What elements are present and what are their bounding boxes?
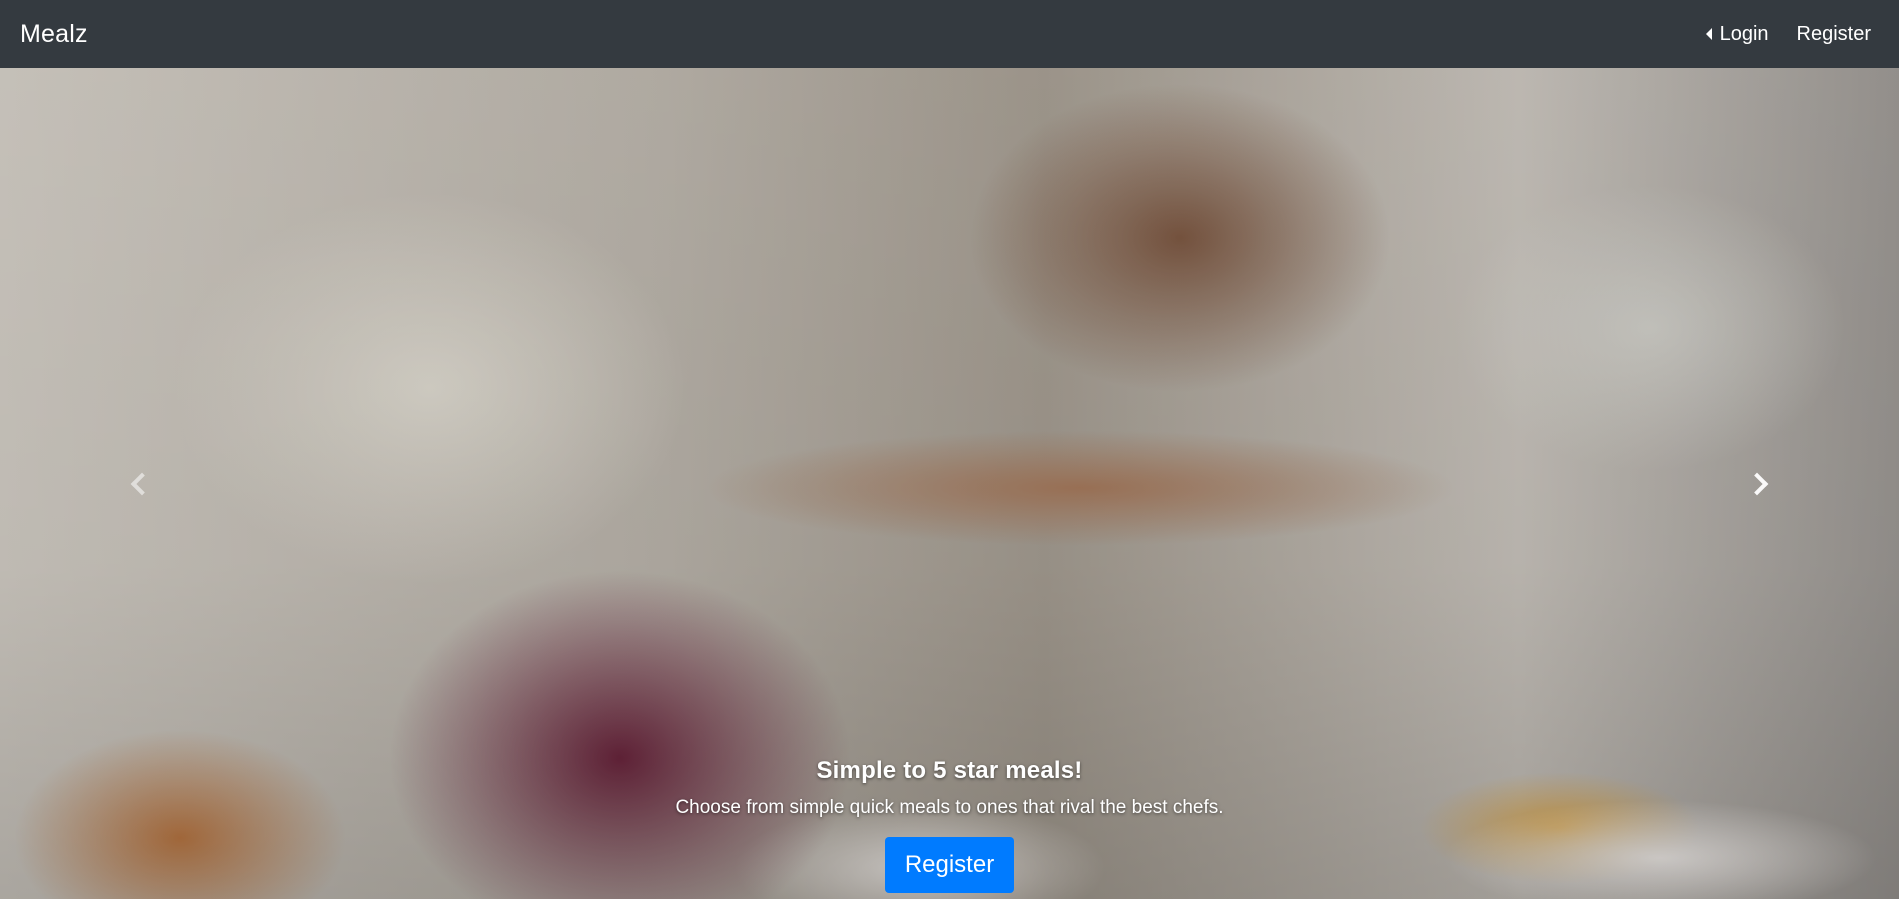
nav-links: Login Register (1705, 22, 1871, 46)
chevron-right-icon (1745, 472, 1769, 495)
login-link[interactable]: Login (1705, 22, 1769, 46)
brand-link[interactable]: Mealz (20, 20, 88, 49)
hero-title: Simple to 5 star meals! (816, 757, 1083, 784)
hero-caption: Simple to 5 star meals! Choose from simp… (0, 757, 1899, 899)
caret-left-icon (1705, 28, 1712, 40)
register-link[interactable]: Register (1797, 23, 1871, 46)
hero-subtitle: Choose from simple quick meals to ones t… (675, 797, 1224, 818)
chevron-left-icon (130, 472, 154, 495)
hero-carousel: Simple to 5 star meals! Choose from simp… (0, 68, 1899, 899)
login-link-label: Login (1719, 22, 1769, 45)
top-navbar: Mealz Login Register (0, 0, 1899, 68)
hero-register-button[interactable]: Register (884, 837, 1015, 893)
